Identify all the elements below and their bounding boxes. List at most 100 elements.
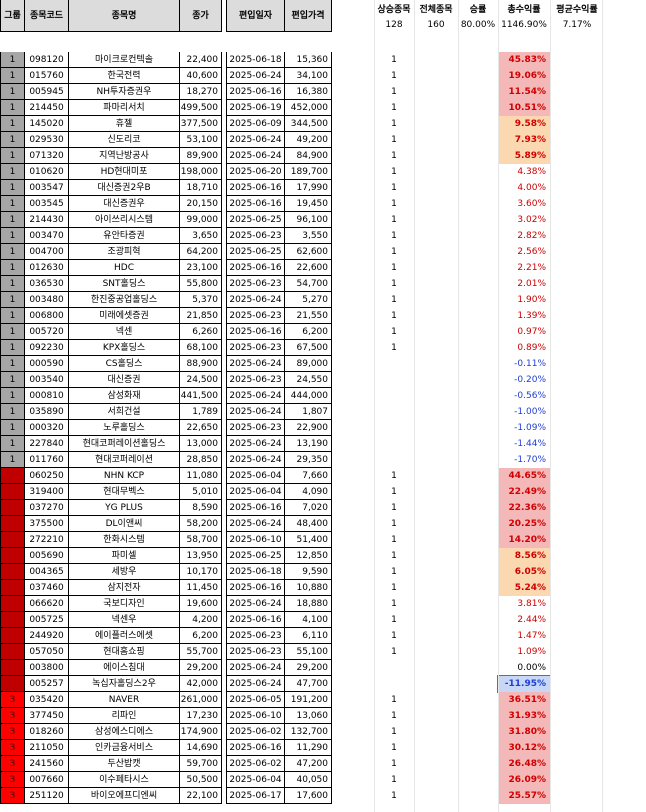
header-name[interactable]: 종목명 [69,0,180,32]
name-cell[interactable]: 국보디자인 [69,596,180,612]
group-cell[interactable]: 1 [0,452,25,468]
return-cell[interactable]: 1.47% [498,628,550,644]
return-cell[interactable]: 14.20% [498,532,550,548]
group-cell[interactable]: 1 [0,420,25,436]
code-cell[interactable]: 057050 [25,644,69,660]
rising-flag-cell[interactable]: 1 [374,532,414,548]
name-cell[interactable]: NHN KCP [69,468,180,484]
price-cell[interactable]: 67,500 [285,340,332,356]
name-cell[interactable]: 대신증권 [69,372,180,388]
price-cell[interactable]: 96,100 [285,212,332,228]
price-cell[interactable]: 13,060 [285,708,332,724]
return-cell[interactable]: 0.00% [498,660,550,676]
rising-flag-cell[interactable]: 1 [374,340,414,356]
rising-flag-cell[interactable]: 1 [374,740,414,756]
return-cell[interactable]: 44.65% [498,468,550,484]
rising-flag-cell[interactable]: 1 [374,132,414,148]
name-cell[interactable]: 바이오에프디엔씨 [69,788,180,804]
code-cell[interactable]: 035420 [25,692,69,708]
group-cell[interactable]: 2 [0,644,25,660]
rising-flag-cell[interactable]: 1 [374,308,414,324]
name-cell[interactable]: 넥센우 [69,612,180,628]
group-cell[interactable]: 1 [0,324,25,340]
code-cell[interactable]: 003800 [25,660,69,676]
return-cell[interactable]: 4.38% [498,164,550,180]
group-cell[interactable]: 1 [0,180,25,196]
date-cell[interactable]: 2025-06-16 [226,580,285,596]
close-cell[interactable]: 441,500 [180,388,222,404]
group-cell[interactable]: 1 [0,212,25,228]
date-cell[interactable]: 2025-06-10 [226,708,285,724]
date-cell[interactable]: 2025-06-23 [226,644,285,660]
group-cell[interactable]: 1 [0,276,25,292]
name-cell[interactable]: 넥센 [69,324,180,340]
date-cell[interactable]: 2025-06-24 [226,516,285,532]
date-cell[interactable]: 2025-06-24 [226,436,285,452]
code-cell[interactable]: 037460 [25,580,69,596]
name-cell[interactable]: 대신증권우 [69,196,180,212]
close-cell[interactable]: 261,000 [180,692,222,708]
group-cell[interactable]: 2 [0,676,25,692]
return-cell[interactable]: 2.21% [498,260,550,276]
summary-value-rising[interactable]: 128 [374,18,414,32]
code-cell[interactable]: 000810 [25,388,69,404]
group-cell[interactable]: 1 [0,68,25,84]
price-cell[interactable]: 22,900 [285,420,332,436]
code-cell[interactable]: 211050 [25,740,69,756]
return-cell[interactable]: 2.56% [498,244,550,260]
return-cell[interactable]: 10.51% [498,100,550,116]
close-cell[interactable]: 377,500 [180,116,222,132]
rising-flag-cell[interactable] [374,452,414,468]
group-cell[interactable]: 1 [0,52,25,68]
group-cell[interactable]: 3 [0,724,25,740]
rising-flag-cell[interactable]: 1 [374,324,414,340]
return-cell[interactable]: -1.44% [498,436,550,452]
close-cell[interactable]: 59,700 [180,756,222,772]
group-cell[interactable]: 2 [0,532,25,548]
date-cell[interactable]: 2025-06-24 [226,132,285,148]
rising-flag-cell[interactable]: 1 [374,468,414,484]
date-cell[interactable]: 2025-06-04 [226,484,285,500]
name-cell[interactable]: 미래에셋증권 [69,308,180,324]
rising-flag-cell[interactable]: 1 [374,580,414,596]
price-cell[interactable]: 21,550 [285,308,332,324]
close-cell[interactable]: 53,100 [180,132,222,148]
group-cell[interactable]: 3 [0,740,25,756]
name-cell[interactable]: 세방우 [69,564,180,580]
date-cell[interactable]: 2025-06-23 [226,372,285,388]
rising-flag-cell[interactable]: 1 [374,516,414,532]
name-cell[interactable]: 노루홀딩스 [69,420,180,436]
code-cell[interactable]: 005945 [25,84,69,100]
rising-flag-cell[interactable]: 1 [374,196,414,212]
code-cell[interactable]: 272210 [25,532,69,548]
return-cell[interactable]: 26.48% [498,756,550,772]
rising-flag-cell[interactable]: 1 [374,292,414,308]
return-cell[interactable]: -0.20% [498,372,550,388]
name-cell[interactable]: HD현대미포 [69,164,180,180]
date-cell[interactable]: 2025-06-16 [226,500,285,516]
name-cell[interactable]: 유안타증권 [69,228,180,244]
code-cell[interactable]: 003480 [25,292,69,308]
return-cell[interactable]: 2.01% [498,276,550,292]
date-cell[interactable]: 2025-06-19 [226,100,285,116]
code-cell[interactable]: 035890 [25,404,69,420]
close-cell[interactable]: 42,000 [180,676,222,692]
group-cell[interactable]: 3 [0,756,25,772]
group-cell[interactable]: 2 [0,500,25,516]
price-cell[interactable]: 49,200 [285,132,332,148]
close-cell[interactable]: 28,850 [180,452,222,468]
rising-flag-cell[interactable]: 1 [374,484,414,500]
return-cell[interactable]: 30.12% [498,740,550,756]
price-cell[interactable]: 62,600 [285,244,332,260]
price-cell[interactable]: 19,450 [285,196,332,212]
code-cell[interactable]: 244920 [25,628,69,644]
group-cell[interactable]: 1 [0,132,25,148]
group-cell[interactable]: 2 [0,516,25,532]
code-cell[interactable]: 098120 [25,52,69,68]
code-cell[interactable]: 000590 [25,356,69,372]
header-code[interactable]: 종목코드 [25,0,69,32]
name-cell[interactable]: 현대코퍼레이션홀딩스 [69,436,180,452]
name-cell[interactable]: 한진중공업홀딩스 [69,292,180,308]
group-cell[interactable]: 2 [0,628,25,644]
name-cell[interactable]: 리파인 [69,708,180,724]
